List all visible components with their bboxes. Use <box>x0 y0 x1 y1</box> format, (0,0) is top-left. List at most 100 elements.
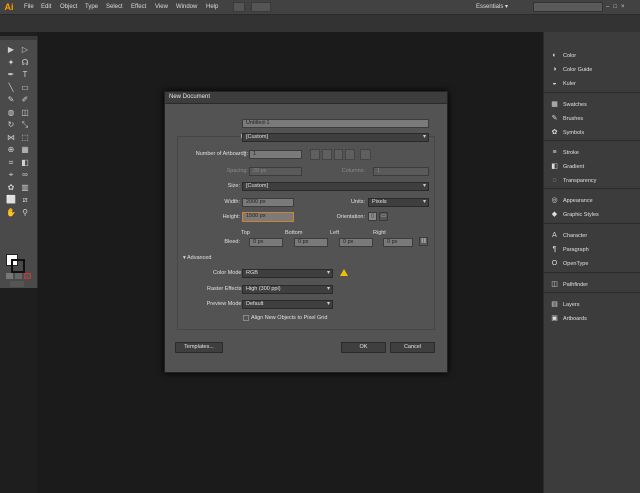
raster-effects-select[interactable]: High (300 ppi) <box>242 285 333 294</box>
panel-graphic-styles[interactable]: ◆ Graphic Styles <box>550 209 640 221</box>
pen-tool-icon[interactable]: ✒ <box>5 70 17 80</box>
bleed-right-input[interactable]: 0 px <box>383 238 413 247</box>
shape-builder-tool-icon[interactable]: ⊕ <box>5 145 17 155</box>
magic-wand-tool-icon[interactable]: ✦ <box>5 58 17 68</box>
portrait-orientation-icon[interactable]: ▯ <box>368 212 377 221</box>
name-input[interactable]: Untitled-1 <box>242 119 429 128</box>
appearance-icon: ◎ <box>551 197 558 205</box>
right-to-left-icon[interactable] <box>360 149 371 160</box>
stroke-swatch-icon[interactable] <box>11 259 25 273</box>
color-mode-icon[interactable] <box>6 273 13 279</box>
link-bleed-icon[interactable]: ⛓ <box>419 237 428 246</box>
scale-tool-icon[interactable]: ⤡ <box>19 120 31 130</box>
panel-kuler[interactable]: ◒ Kuler <box>550 78 640 90</box>
mesh-tool-icon[interactable]: ⌗ <box>5 158 17 168</box>
paintbrush-tool-icon[interactable]: ✎ <box>5 95 17 105</box>
none-mode-icon[interactable] <box>24 273 31 279</box>
panel-swatches[interactable]: ▦ Swatches <box>550 99 640 111</box>
size-select[interactable]: [Custom] <box>242 182 429 191</box>
panel-label: Character <box>563 233 588 239</box>
advanced-toggle[interactable]: ▾ Advanced <box>183 254 243 263</box>
grid-by-column-icon[interactable] <box>321 149 332 160</box>
tools-panel-grip[interactable] <box>0 36 37 40</box>
artboards-input[interactable]: 1 <box>249 150 302 159</box>
rectangle-tool-icon[interactable]: ▭ <box>19 83 31 93</box>
panel-color[interactable]: ◐ Color <box>550 50 640 62</box>
window-controls[interactable]: –□× <box>606 2 638 12</box>
selection-tool-icon[interactable]: ▶ <box>5 45 17 55</box>
profile-select[interactable]: [Custom] <box>242 133 429 142</box>
units-select[interactable]: Pixels <box>368 198 429 207</box>
artboard-layout-icons[interactable] <box>310 149 355 160</box>
blob-brush-tool-icon[interactable]: ◍ <box>5 108 17 118</box>
width-tool-icon[interactable]: ⋈ <box>5 133 17 143</box>
search-input[interactable] <box>533 2 603 12</box>
menu-object[interactable]: Object <box>60 0 77 14</box>
line-tool-icon[interactable]: ╲ <box>5 83 17 93</box>
pencil-tool-icon[interactable]: ✐ <box>19 95 31 105</box>
panel-artboards[interactable]: ▣ Artboards <box>550 313 640 325</box>
column-graph-tool-icon[interactable]: ▥ <box>19 183 31 193</box>
blend-tool-icon[interactable]: ∞ <box>19 170 31 180</box>
panel-gradient[interactable]: ◧ Gradient <box>550 161 640 173</box>
bleed-top-input[interactable]: 0 px <box>249 238 283 247</box>
gradient-mode-icon[interactable] <box>15 273 22 279</box>
landscape-orientation-icon[interactable]: ▭ <box>379 212 388 221</box>
panel-appearance[interactable]: ◎ Appearance <box>550 195 640 207</box>
align-pixel-grid-checkbox[interactable] <box>243 315 249 321</box>
lasso-tool-icon[interactable]: ☊ <box>19 58 31 68</box>
panel-opentype[interactable]: O OpenType <box>550 258 640 270</box>
panel-transparency[interactable]: ◌ Transparency <box>550 175 640 187</box>
tools-panel: ▶ ▷ ✦ ☊ ✒ T ╲ ▭ ✎ ✐ ◍ ◫ ↻ ⤡ ⋈ ⬚ ⊕ ▦ ⌗ ◧ ⌖ ∞ ✿ ▥ ⬜ ⧄ ✋ ⚲ <box>0 36 38 288</box>
bridge-icon[interactable] <box>233 2 245 12</box>
free-transform-tool-icon[interactable]: ⬚ <box>19 133 31 143</box>
dialog-title-bar[interactable]: New Document <box>165 92 447 104</box>
cancel-button[interactable]: Cancel <box>390 342 435 353</box>
slice-tool-icon[interactable]: ⧄ <box>19 195 31 205</box>
artboards-stepper[interactable]: ▲ ▼ <box>243 150 247 158</box>
menu-select[interactable]: Select <box>106 0 123 14</box>
bleed-left-input[interactable]: 0 px <box>339 238 373 247</box>
arrange-by-column-icon[interactable] <box>345 149 355 160</box>
eraser-tool-icon[interactable]: ◫ <box>19 108 31 118</box>
gradient-tool-icon[interactable]: ◧ <box>19 158 31 168</box>
menu-file[interactable]: File <box>24 0 34 14</box>
height-input[interactable]: 1500 px <box>242 212 294 222</box>
panel-paragraph[interactable]: ¶ Paragraph <box>550 244 640 256</box>
panel-pathfinder[interactable]: ◫ Pathfinder <box>550 279 640 291</box>
menu-help[interactable]: Help <box>206 0 218 14</box>
rotate-tool-icon[interactable]: ↻ <box>5 120 17 130</box>
menu-effect[interactable]: Effect <box>131 0 146 14</box>
symbol-sprayer-tool-icon[interactable]: ✿ <box>5 183 17 193</box>
panel-layers[interactable]: ▤ Layers <box>550 299 640 311</box>
zoom-tool-icon[interactable]: ⚲ <box>19 208 31 218</box>
ok-button[interactable]: OK <box>341 342 386 353</box>
color-mode-select[interactable]: RGB <box>242 269 333 278</box>
hand-tool-icon[interactable]: ✋ <box>5 208 17 218</box>
menu-window[interactable]: Window <box>176 0 197 14</box>
menu-view[interactable]: View <box>155 0 168 14</box>
menu-edit[interactable]: Edit <box>41 0 51 14</box>
direct-selection-tool-icon[interactable]: ▷ <box>19 45 31 55</box>
artboard-tool-icon[interactable]: ⬜ <box>5 195 17 205</box>
bleed-bottom-input[interactable]: 0 px <box>294 238 328 247</box>
type-tool-icon[interactable]: T <box>19 70 31 80</box>
panel-brushes[interactable]: ✎ Brushes <box>550 113 640 125</box>
menu-type[interactable]: Type <box>85 0 98 14</box>
panel-character[interactable]: A Character <box>550 230 640 242</box>
screen-mode-icon[interactable] <box>10 281 24 287</box>
spacing-input[interactable]: 20 px <box>249 167 302 176</box>
preview-mode-select[interactable]: Default <box>242 300 333 309</box>
panel-stroke[interactable]: ≡ Stroke <box>550 147 640 159</box>
templates-button[interactable]: Templates... <box>175 342 223 353</box>
perspective-grid-tool-icon[interactable]: ▦ <box>19 145 31 155</box>
width-input[interactable]: 2000 px <box>242 198 294 207</box>
grid-by-row-icon[interactable] <box>310 149 320 160</box>
panel-color-guide[interactable]: ◑ Color Guide <box>550 64 640 76</box>
panel-symbols[interactable]: ✿ Symbols <box>550 127 640 139</box>
workspace-switcher[interactable]: Essentials ▾ <box>476 2 508 12</box>
arrange-documents-icon[interactable] <box>251 2 271 12</box>
arrange-by-row-icon[interactable] <box>333 149 344 160</box>
columns-input[interactable]: 1 <box>373 167 429 176</box>
eyedropper-tool-icon[interactable]: ⌖ <box>5 170 17 180</box>
